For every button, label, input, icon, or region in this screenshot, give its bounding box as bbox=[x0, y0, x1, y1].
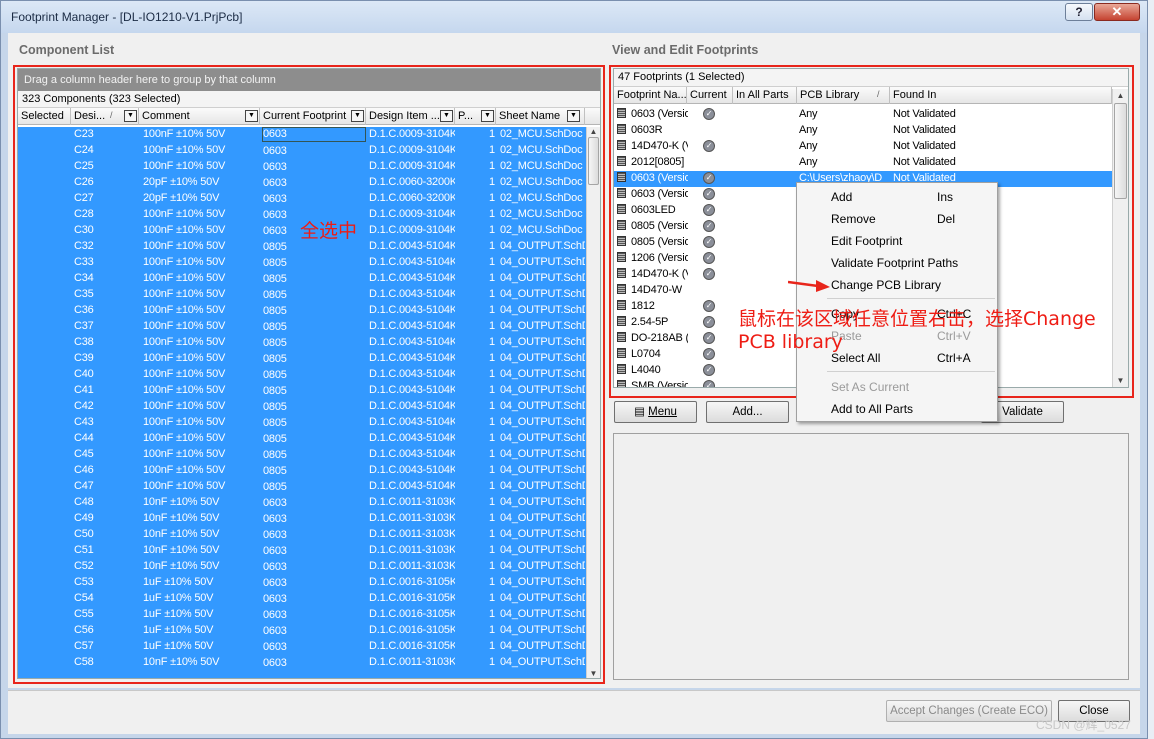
footprints-group-title: View and Edit Footprints bbox=[612, 43, 759, 57]
help-button[interactable]: ? bbox=[1065, 3, 1093, 21]
add-footprint-button[interactable]: Add... bbox=[706, 401, 789, 423]
menu-icon: ▤ bbox=[634, 406, 645, 418]
menu-item-remove[interactable]: Remove Del bbox=[797, 208, 997, 230]
menu-item-shortcut: Ins bbox=[937, 190, 954, 204]
accept-changes-button[interactable]: Accept Changes (Create ECO) bbox=[886, 700, 1052, 722]
menu-item-shortcut: Ctrl+A bbox=[937, 351, 971, 365]
menu-item-shortcut: Ctrl+V bbox=[937, 329, 971, 343]
menu-item-set-as-current[interactable]: Set As Current bbox=[797, 376, 997, 398]
annotation-select-all: 全选中 bbox=[300, 220, 358, 242]
annotation-instruction-2: PCB library bbox=[738, 331, 843, 353]
menu-item-shortcut: Del bbox=[937, 212, 956, 226]
menu-item-label: Set As Current bbox=[831, 380, 910, 394]
watermark: CSDN @辉_0527 bbox=[1036, 718, 1131, 732]
menu-item-validate-footprint-paths[interactable]: Validate Footprint Paths bbox=[797, 252, 997, 274]
footprint-preview-pane bbox=[613, 433, 1129, 680]
accept-changes-button-label: Accept Changes (Create ECO) bbox=[890, 705, 1048, 717]
window-title: Footprint Manager - [DL-IO1210-V1.PrjPcb… bbox=[11, 10, 243, 24]
menu-item-add-to-all-parts[interactable]: Add to All Parts bbox=[797, 398, 997, 420]
menu-item-label: Edit Footprint bbox=[831, 234, 903, 248]
add-footprint-button-label: Add... bbox=[732, 406, 763, 418]
title-bar: Footprint Manager - [DL-IO1210-V1.PrjPcb… bbox=[1, 1, 1147, 33]
left-highlight-box bbox=[13, 65, 605, 684]
menu-button[interactable]: ▤ Menu bbox=[614, 401, 697, 423]
menu-item-label: Add bbox=[831, 190, 853, 204]
menu-separator bbox=[827, 371, 995, 372]
validate-button-label: Validate bbox=[1002, 406, 1043, 418]
context-menu[interactable]: Add Ins Remove Del Edit Footprint Validate Fo… bbox=[796, 182, 998, 422]
menu-separator bbox=[827, 298, 995, 299]
menu-item-label: Validate Footprint Paths bbox=[831, 256, 959, 270]
menu-item-edit-footprint[interactable]: Edit Footprint bbox=[797, 230, 997, 252]
annotation-arrow-icon bbox=[788, 280, 830, 292]
menu-item-add[interactable]: Add Ins bbox=[797, 186, 997, 208]
window-close-button[interactable]: ✕ bbox=[1094, 3, 1140, 21]
menu-item-label: Select All bbox=[831, 351, 881, 365]
menu-item-label: Add to All Parts bbox=[831, 402, 914, 416]
menu-item-label: Change PCB Library bbox=[831, 278, 942, 292]
annotation-instruction-1: 鼠标在该区域任意位置右击，选择Change bbox=[738, 308, 1096, 330]
component-list-title: Component List bbox=[19, 43, 115, 57]
menu-item-label: Remove bbox=[831, 212, 876, 226]
menu-button-label: Menu bbox=[648, 406, 677, 418]
